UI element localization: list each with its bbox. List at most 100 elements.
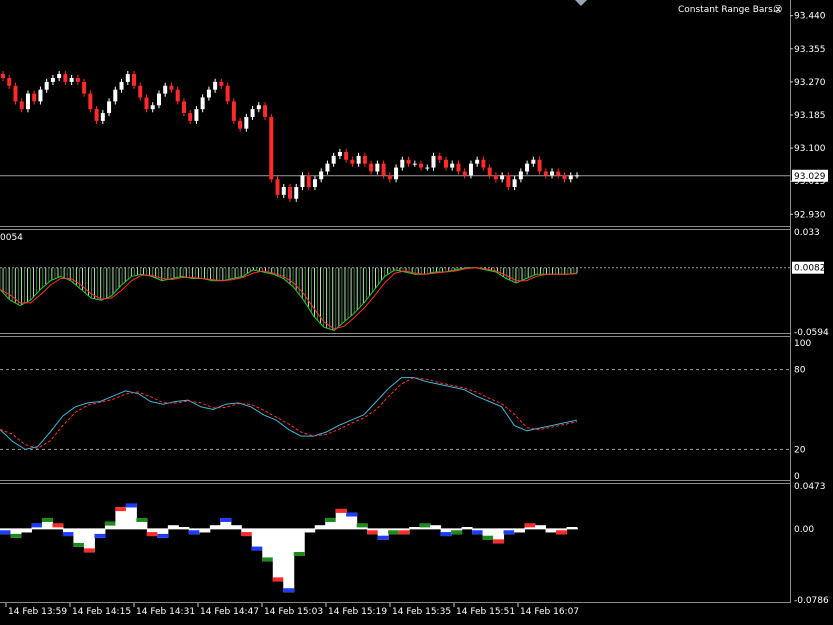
hist-tip (388, 530, 400, 535)
hist-bar (430, 525, 442, 529)
hist-bar (199, 528, 211, 533)
hist-bar (304, 528, 316, 533)
candle-bull (550, 171, 555, 176)
candle-bull (156, 93, 161, 106)
candle-bear (275, 179, 280, 195)
candle-bull (163, 85, 168, 94)
candle-bear (419, 163, 424, 168)
candle-bull (450, 163, 455, 168)
candle-bull (200, 97, 205, 110)
hist-tip (157, 533, 169, 538)
candle-bull (69, 78, 74, 82)
hist-tip (283, 588, 295, 593)
price-tick-label: 93.355 (794, 45, 826, 55)
candle-bear (144, 97, 149, 110)
hist-tip (451, 530, 463, 535)
hist-tip (115, 507, 127, 512)
candle-bull (525, 163, 530, 172)
hist-tip (220, 517, 232, 522)
hist-tip (62, 532, 74, 537)
candle-bear (506, 175, 511, 188)
hist-bar (178, 527, 190, 529)
hist-bar (272, 528, 284, 582)
candle-bear (1, 74, 5, 78)
macd-line (0, 267, 578, 332)
candle-bear (188, 113, 193, 121)
candle-bear (556, 171, 561, 176)
candle-bull (44, 81, 49, 90)
hist-tip (104, 521, 116, 526)
hist-tip (293, 551, 305, 556)
candle-bull (325, 163, 330, 172)
candle-bull (518, 171, 523, 180)
candle-bear (175, 89, 180, 102)
histogram-panel[interactable] (0, 503, 578, 593)
time-label: 14 Feb 14:31 (136, 607, 195, 617)
candle-bear (219, 81, 224, 86)
hist-tip (377, 535, 389, 540)
hist-tip (83, 548, 95, 553)
candle-bear (456, 163, 461, 172)
hist-bar (283, 528, 295, 593)
osc-main-line (0, 377, 578, 450)
candle-bull (119, 81, 124, 90)
oscillator-panel[interactable] (0, 369, 790, 450)
hist-tip (346, 512, 358, 517)
hist-tip (251, 546, 263, 551)
candle-bull (331, 155, 336, 164)
candle-bear (543, 171, 548, 176)
candle-bull (468, 163, 473, 176)
hist-tip (472, 530, 484, 535)
candle-bear (169, 85, 174, 90)
candle-bull (568, 175, 573, 180)
time-label: 14 Feb 15:03 (264, 607, 323, 617)
main-price-panel[interactable] (0, 70, 790, 202)
candle-bull (244, 116, 249, 129)
candle-bear (269, 116, 274, 180)
osc-tick-label: 100 (794, 339, 811, 349)
candle-bear (387, 175, 392, 180)
macd-signal-line (0, 267, 578, 330)
scroll-marker-icon[interactable] (575, 0, 587, 6)
candle-bull (312, 179, 317, 188)
candle-bull (150, 105, 155, 110)
hist-tip (241, 532, 253, 537)
candle-bull (356, 155, 361, 164)
osc-tick-label: 80 (794, 366, 806, 376)
candle-bear (406, 159, 411, 164)
candle-bull (412, 163, 417, 165)
price-tick-label: 93.185 (794, 111, 826, 121)
candle-bull (57, 74, 62, 78)
candle-bear (288, 187, 292, 199)
hist-tip (325, 517, 337, 522)
candle-bull (400, 159, 405, 168)
macd-current-label: 0.0082 (794, 264, 826, 274)
candle-bear (7, 78, 12, 86)
hist-tip (493, 539, 505, 544)
hist-tip (419, 523, 431, 528)
candle-bear (381, 163, 386, 176)
candle-bull (194, 109, 199, 121)
candle-bear (350, 159, 355, 164)
candle-bear (437, 155, 442, 160)
hist-bar (262, 528, 274, 562)
macd-panel[interactable] (0, 267, 790, 332)
hist-bar (535, 525, 547, 529)
hist-bar (461, 527, 473, 529)
candle-bear (369, 163, 374, 172)
hist-tip (440, 532, 452, 537)
candle-bear (19, 101, 24, 110)
candle-bear (75, 78, 80, 82)
hist-tick-label: 0.00 (794, 525, 814, 535)
candle-bull (25, 93, 30, 110)
hist-bar (167, 525, 179, 529)
trading-chart-window[interactable]: Constant Range Bars.x ☺ 93.440 93.355 93.2… (0, 0, 833, 625)
candle-bear (562, 175, 567, 180)
candle-bear (344, 152, 349, 160)
hist-bar (293, 528, 305, 556)
hist-tip (356, 523, 368, 528)
chart-canvas[interactable]: Constant Range Bars.x ☺ 93.440 93.355 93.2… (0, 0, 833, 625)
candle-bull (250, 109, 255, 117)
time-label: 14 Feb 14:47 (200, 607, 259, 617)
candle-bear (32, 93, 37, 102)
